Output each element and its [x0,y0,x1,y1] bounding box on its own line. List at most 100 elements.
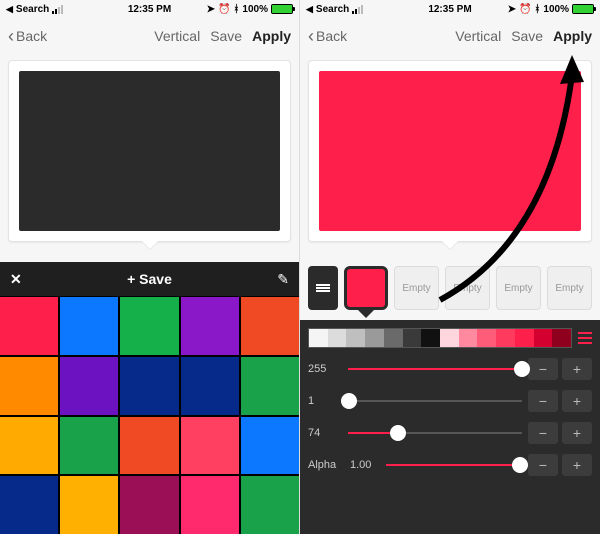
swatch[interactable] [60,297,118,355]
spectrum-bar[interactable] [308,328,572,348]
swatch[interactable] [181,417,239,475]
slider-g-plus[interactable]: + [562,390,592,412]
spectrum-seg[interactable] [346,329,365,347]
swatch[interactable] [241,297,299,355]
back-to-app-label[interactable]: Search [16,4,49,15]
preview-card [8,60,291,242]
spectrum-seg[interactable] [403,329,422,347]
back-button[interactable]: ‹ Back [308,27,347,45]
swatch[interactable] [120,297,178,355]
spectrum-seg[interactable] [309,329,328,347]
swatch[interactable] [60,417,118,475]
battery-icon [271,4,293,14]
back-button[interactable]: ‹ Back [8,27,47,45]
chevron-left-icon: ‹ [8,27,14,45]
preview-rect[interactable] [19,71,280,231]
slider-r-plus[interactable]: + [562,358,592,380]
saved-swatches-row: Empty Empty Empty Empty [300,258,600,318]
status-time: 12:35 PM [120,4,180,15]
slider-g-minus[interactable]: − [528,390,558,412]
saved-slot-empty[interactable]: Empty [496,266,541,310]
slider-alpha-track[interactable] [386,455,520,475]
current-color-chip[interactable] [344,266,388,310]
back-label: Back [316,28,347,44]
apply-button[interactable]: Apply [553,28,592,44]
spectrum-seg[interactable] [477,329,496,347]
spectrum-seg[interactable] [459,329,478,347]
spectrum-row [308,328,592,348]
phone-left: ◀ Search 12:35 PM ➤ ⏰ ᚼ 100% ‹ Back [0,0,300,534]
spectrum-seg[interactable] [534,329,553,347]
apply-button[interactable]: Apply [252,28,291,44]
back-to-app-label[interactable]: Search [316,4,349,15]
save-button[interactable]: Save [210,28,242,44]
preview-rect[interactable] [319,71,581,231]
slider-g-track[interactable] [348,391,522,411]
bluetooth-icon: ᚼ [534,4,540,15]
back-label: Back [16,28,47,44]
spectrum-seg[interactable] [365,329,384,347]
saved-slot-empty[interactable]: Empty [547,266,592,310]
slider-r-track[interactable] [348,359,522,379]
swatch[interactable] [120,357,178,415]
bluetooth-icon: ᚼ [233,4,239,15]
swatch[interactable] [181,476,239,534]
preview-area [300,54,600,258]
battery-icon [572,4,594,14]
vertical-button[interactable]: Vertical [154,28,200,44]
saved-slot-empty[interactable]: Empty [394,266,439,310]
spectrum-seg[interactable] [384,329,403,347]
save-button[interactable]: Save [511,28,543,44]
slider-b-minus[interactable]: − [528,422,558,444]
preview-area [0,54,299,258]
spectrum-seg[interactable] [440,329,459,347]
swatch[interactable] [241,476,299,534]
back-to-app-chevron[interactable]: ◀ [306,4,313,15]
swatch[interactable] [60,476,118,534]
edit-icon[interactable]: ✎ [277,271,289,288]
picker-menu-icon[interactable] [572,332,592,344]
signal-icon [352,5,363,14]
status-bar: ◀ Search 12:35 PM ➤ ⏰ ᚼ 100% [300,0,600,18]
swatch[interactable] [120,476,178,534]
slider-g: 1 − + [308,390,592,412]
battery-pct: 100% [242,4,268,15]
back-to-app-chevron[interactable]: ◀ [6,4,13,15]
swatch[interactable] [120,417,178,475]
swatch[interactable] [0,357,58,415]
slider-g-label: 1 [308,395,342,407]
alpha-value: 1.00 [350,459,378,471]
nav-bar: ‹ Back Vertical Save Apply [0,18,299,54]
swatch[interactable] [0,476,58,534]
status-time: 12:35 PM [420,4,480,15]
slider-b-plus[interactable]: + [562,422,592,444]
swatch[interactable] [0,297,58,355]
swatch[interactable] [181,357,239,415]
swatch[interactable] [0,417,58,475]
swatch[interactable] [241,417,299,475]
saved-slot-empty[interactable]: Empty [445,266,490,310]
color-picker-panel: 255 − + 1 − + 74 − + [300,320,600,534]
slider-alpha-plus[interactable]: + [562,454,592,476]
swatch[interactable] [60,357,118,415]
battery-pct: 100% [543,4,569,15]
slider-b-track[interactable] [348,423,522,443]
swatch[interactable] [241,357,299,415]
vertical-button[interactable]: Vertical [455,28,501,44]
palette-toolbar: ✕ + Save ✎ [0,262,299,296]
palette-panel: ✕ + Save ✎ [0,262,299,534]
slider-b: 74 − + [308,422,592,444]
palette-menu-button[interactable] [308,266,338,310]
close-icon[interactable]: ✕ [10,271,22,288]
spectrum-seg[interactable] [515,329,534,347]
spectrum-seg[interactable] [421,329,440,347]
slider-b-label: 74 [308,427,342,439]
slider-r-minus[interactable]: − [528,358,558,380]
alarm-icon: ⏰ [519,4,531,15]
spectrum-seg[interactable] [496,329,515,347]
spectrum-seg[interactable] [328,329,347,347]
spectrum-seg[interactable] [552,329,571,347]
swatch[interactable] [181,297,239,355]
palette-save-button[interactable]: + Save [127,271,172,287]
slider-alpha-minus[interactable]: − [528,454,558,476]
